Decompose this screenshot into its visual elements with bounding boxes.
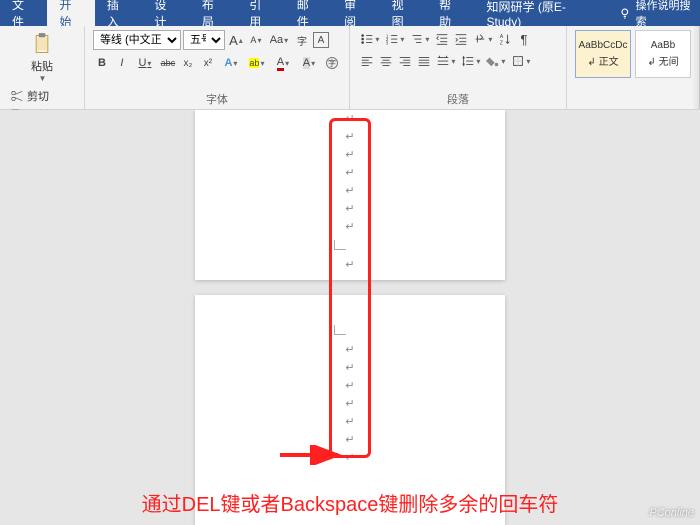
style-sample: AaBbCcDc <box>579 40 628 51</box>
style-normal[interactable]: AaBbCcDc ↲ 正文 <box>575 30 631 78</box>
tab-cnki[interactable]: 知网研学 (原E-Study) <box>475 0 610 26</box>
increase-indent-button[interactable] <box>452 30 470 48</box>
align-center-button[interactable] <box>377 52 395 70</box>
char-border-button[interactable]: A <box>313 32 329 48</box>
ribbon-tabs: 文件 开始 插入 设计 布局 引用 邮件 审阅 视图 帮助 知网研学 (原E-S… <box>0 0 700 26</box>
styles-group: AaBbCcDc ↲ 正文 AaBb ↲ 无间 <box>567 26 700 109</box>
tab-file[interactable]: 文件 <box>0 0 47 26</box>
show-marks-button[interactable]: ¶ <box>515 30 533 48</box>
annotation-caption: 通过DEL键或者Backspace键删除多余的回车符 <box>0 488 700 517</box>
clipboard-icon <box>32 32 52 56</box>
font-group-label: 字体 <box>93 89 341 107</box>
justify-button[interactable] <box>415 52 433 70</box>
bullets-icon <box>360 32 374 46</box>
bold-button[interactable]: B <box>93 54 111 72</box>
tab-view[interactable]: 视图 <box>380 0 427 26</box>
svg-text:A: A <box>500 34 504 40</box>
chevron-down-icon: ▼ <box>39 74 47 83</box>
underline-button[interactable]: U▾ <box>133 54 157 72</box>
char-shading-button[interactable]: A▾ <box>297 54 321 72</box>
font-name-select[interactable]: 等线 (中文正文) <box>93 30 181 50</box>
borders-icon <box>511 54 525 68</box>
grow-font-button[interactable]: A▴ <box>227 31 245 49</box>
tab-help[interactable]: 帮助 <box>427 0 474 26</box>
outdent-icon <box>435 32 449 46</box>
paragraph-group: ▾ 123▾ ▾ ▾ AZ ¶ ▾ ▾ ▾ ▾ 段落 <box>350 26 567 109</box>
multilevel-icon <box>410 32 424 46</box>
phonetic-guide-button[interactable]: 字 <box>293 31 311 49</box>
align-right-icon <box>398 54 412 68</box>
sort-icon: AZ <box>498 32 512 46</box>
tab-mail[interactable]: 邮件 <box>285 0 332 26</box>
style-sample: AaBb <box>651 40 675 51</box>
clipboard-group: 粘贴 ▼ 剪切 复制 剪贴板 <box>0 26 85 109</box>
annotation-highlight-box <box>329 118 371 458</box>
align-left-button[interactable] <box>358 52 376 70</box>
numbering-icon: 123 <box>385 32 399 46</box>
numbering-button[interactable]: 123▾ <box>383 30 407 48</box>
font-group: 等线 (中文正文) 五号 A▴ A▾ Aa▾ 字 A B I U▾ abc x₂… <box>85 26 350 109</box>
indent-icon <box>454 32 468 46</box>
asian-layout-icon <box>473 32 487 46</box>
tab-review[interactable]: 审阅 <box>332 0 379 26</box>
cut-label: 剪切 <box>27 88 49 104</box>
multilevel-button[interactable]: ▾ <box>408 30 432 48</box>
svg-text:3: 3 <box>386 40 389 45</box>
text-effect-button[interactable]: A▾ <box>219 54 243 72</box>
asian-layout-button[interactable]: ▾ <box>471 30 495 48</box>
font-size-select[interactable]: 五号 <box>183 30 225 50</box>
style-nospacing[interactable]: AaBb ↲ 无间 <box>635 30 691 78</box>
tab-reference[interactable]: 引用 <box>237 0 284 26</box>
tab-design[interactable]: 设计 <box>142 0 189 26</box>
style-name: ↲ 无间 <box>647 53 678 68</box>
tab-layout[interactable]: 布局 <box>190 0 237 26</box>
shrink-font-button[interactable]: A▾ <box>247 31 265 49</box>
font-color-button[interactable]: A▾ <box>271 54 295 72</box>
tell-me-label: 操作说明搜索 <box>636 0 700 29</box>
watermark: PConline <box>649 507 694 519</box>
superscript-button[interactable]: x² <box>199 54 217 72</box>
justify-icon <box>417 54 431 68</box>
align-right-button[interactable] <box>396 52 414 70</box>
subscript-button[interactable]: x₂ <box>179 54 197 72</box>
cut-button[interactable]: 剪切 <box>8 87 76 105</box>
decrease-indent-button[interactable] <box>433 30 451 48</box>
distribute-button[interactable]: ▾ <box>434 52 458 70</box>
highlight-button[interactable]: ab▾ <box>245 54 269 72</box>
tab-home[interactable]: 开始 <box>47 0 94 26</box>
strikethrough-button[interactable]: abc <box>159 54 177 72</box>
sort-button[interactable]: AZ <box>496 30 514 48</box>
scissors-icon <box>10 89 24 103</box>
tell-me-search[interactable]: 操作说明搜索 <box>618 0 700 29</box>
bucket-icon <box>486 54 500 68</box>
lightbulb-icon <box>618 6 632 20</box>
style-name: ↲ 正文 <box>587 53 618 68</box>
distribute-icon <box>436 54 450 68</box>
bullets-button[interactable]: ▾ <box>358 30 382 48</box>
align-center-icon <box>379 54 393 68</box>
svg-text:Z: Z <box>500 40 504 46</box>
paste-label: 粘贴 <box>31 58 53 74</box>
tab-insert[interactable]: 插入 <box>95 0 142 26</box>
paragraph-group-label: 段落 <box>358 89 558 107</box>
italic-button[interactable]: I <box>113 54 131 72</box>
paste-button[interactable]: 粘贴 ▼ <box>8 30 76 85</box>
document-area[interactable]: ↵ ↵ ↵ ↵ ↵ ↵ ↵ ↵ ↵ ↵ ↵ ↵ ↵ ↵ ↵ <box>0 110 700 525</box>
ribbon: 粘贴 ▼ 剪切 复制 剪贴板 等线 (中文正文) <box>0 26 700 110</box>
enclose-char-button[interactable]: 字 <box>323 54 341 72</box>
annotation-arrow-icon <box>280 445 350 465</box>
align-left-icon <box>360 54 374 68</box>
shading-button[interactable]: ▾ <box>484 52 508 70</box>
borders-button[interactable]: ▾ <box>509 52 533 70</box>
change-case-button[interactable]: Aa▾ <box>267 31 291 49</box>
line-spacing-icon <box>461 54 475 68</box>
line-spacing-button[interactable]: ▾ <box>459 52 483 70</box>
